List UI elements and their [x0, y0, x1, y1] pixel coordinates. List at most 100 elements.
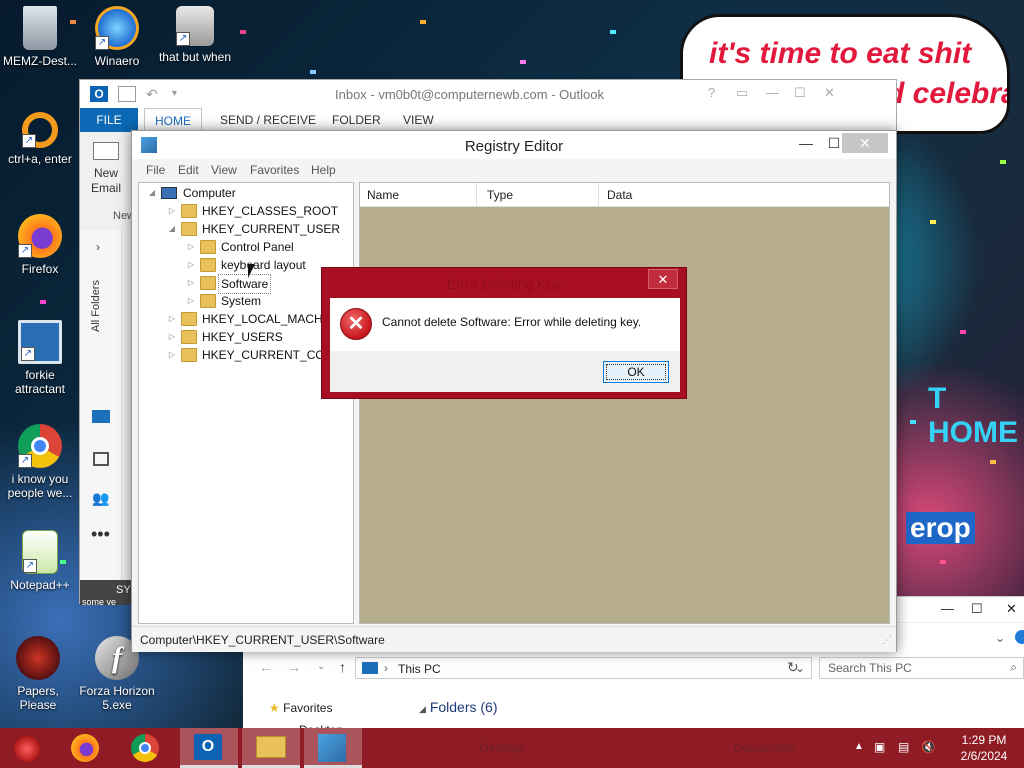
tab-file[interactable]: FILE — [80, 108, 138, 132]
this-pc-icon — [362, 662, 378, 674]
minimize-icon[interactable]: — — [796, 135, 816, 153]
action-center-icon[interactable]: ▣ — [874, 740, 885, 768]
column-type[interactable]: Type — [487, 188, 513, 202]
desktop-icon-forkie[interactable]: ↗ forkie attractant — [0, 320, 80, 396]
quick-access-dropdown-icon[interactable]: ▾ — [172, 86, 190, 102]
back-icon[interactable]: ← — [259, 659, 273, 675]
tab-home[interactable]: HOME — [144, 108, 202, 132]
taskbar-clock[interactable]: 1:29 PM 2/6/2024 — [944, 732, 1024, 764]
tree-label: System — [221, 294, 262, 308]
more-icon[interactable]: ••• — [91, 524, 110, 545]
registry-values-list[interactable]: Name Type Data — [359, 182, 890, 624]
search-box[interactable]: Search This PC ⌕ — [819, 657, 1024, 679]
desktop-icon-i-know-you[interactable]: ↗ i know you people we... — [0, 424, 80, 500]
expand-triangle-icon[interactable]: ▷ — [186, 274, 196, 292]
column-data[interactable]: Data — [607, 188, 632, 202]
desktop-icon-notepad-plus-plus[interactable]: ↗ Notepad++ — [0, 530, 80, 592]
desktop-icon-label: that but when — [158, 50, 232, 64]
forward-icon[interactable]: → — [287, 659, 301, 675]
help-icon[interactable]: ? — [708, 85, 715, 100]
up-icon[interactable]: ↑ — [339, 659, 346, 675]
error-icon: ✕ — [340, 308, 372, 340]
network-icon[interactable]: ▤ — [898, 740, 909, 768]
recent-dropdown-icon[interactable]: ⌄ — [317, 661, 325, 672]
start-button[interactable] — [0, 728, 58, 768]
menu-view[interactable]: View — [211, 163, 237, 177]
tab-folder[interactable]: FOLDER — [322, 108, 391, 132]
new-email-button[interactable]: New Email — [86, 142, 126, 196]
search-icon: ⌕ — [1010, 660, 1017, 674]
calendar-icon[interactable] — [93, 452, 109, 466]
maximize-icon[interactable]: ☐ — [794, 85, 806, 101]
desktop-icon-ctrl-a-enter[interactable]: ↗ ctrl+a, enter — [0, 112, 80, 166]
expand-triangle-icon[interactable]: ▷ — [167, 328, 177, 346]
taskbar-chrome[interactable] — [118, 728, 176, 768]
menu-edit[interactable]: Edit — [178, 163, 199, 177]
resize-grip-icon[interactable]: ⋰ — [882, 635, 892, 646]
close-button[interactable]: ✕ — [842, 133, 888, 153]
desktop-icon-label: Notepad++ — [10, 578, 70, 592]
menu-help[interactable]: Help — [311, 163, 336, 177]
expand-triangle-icon[interactable]: ▷ — [186, 292, 196, 310]
people-icon[interactable]: 👥 — [92, 490, 109, 507]
expand-chevron-icon[interactable]: › — [96, 240, 100, 254]
dialog-title: Error Deleting Key — [446, 276, 562, 292]
collapse-triangle-icon[interactable]: ◢ — [167, 220, 177, 238]
ribbon-display-icon[interactable]: ▭ — [736, 85, 748, 101]
taskbar-registry-editor[interactable] — [304, 728, 362, 768]
desktop-icon-papers-please[interactable]: Papers, Please — [0, 636, 78, 712]
favorites-item[interactable]: ★ Favorites — [269, 701, 332, 715]
refresh-icon[interactable]: ↻ — [787, 659, 799, 676]
volume-muted-icon[interactable]: 🔇 — [921, 740, 936, 768]
shortcut-arrow-icon: ↗ — [176, 32, 190, 46]
maximize-icon[interactable]: ☐ — [971, 601, 983, 617]
tab-view[interactable]: VIEW — [393, 108, 444, 132]
desktop-icon-that-but-when[interactable]: ↗ that but when — [155, 6, 235, 64]
menu-favorites[interactable]: Favorites — [250, 163, 299, 177]
desktop-icon-firefox[interactable]: ↗ Firefox — [0, 214, 80, 276]
tab-send-receive[interactable]: SEND / RECEIVE — [210, 108, 326, 132]
taskbar-file-explorer[interactable] — [242, 728, 300, 768]
expand-triangle-icon[interactable]: ▷ — [186, 256, 196, 274]
desktop-icon-memz[interactable]: MEMZ-Dest... — [0, 6, 80, 68]
help-circle-icon[interactable] — [1015, 630, 1024, 644]
dialog-close-button[interactable]: ✕ — [648, 269, 678, 289]
close-icon[interactable]: ✕ — [1006, 601, 1017, 617]
show-hidden-icons[interactable]: ▲ — [854, 741, 864, 768]
desktop-icon-winaero[interactable]: ↗ Winaero — [77, 6, 157, 68]
expand-triangle-icon[interactable]: ▷ — [167, 202, 177, 220]
ribbon-expand-icon[interactable]: ⌄ — [995, 631, 1005, 645]
shortcut-arrow-icon: ↗ — [18, 454, 32, 468]
start-orb-icon — [14, 736, 40, 762]
registry-window-title: Registry Editor — [464, 138, 564, 155]
maximize-icon[interactable]: ☐ — [824, 135, 844, 153]
search-placeholder: Search This PC — [828, 661, 912, 675]
expand-triangle-icon[interactable]: ▷ — [186, 238, 196, 256]
status-path: Computer\HKEY_CURRENT_USER\Software — [140, 633, 385, 647]
send-receive-icon[interactable] — [118, 86, 136, 102]
ok-button[interactable]: OK — [603, 361, 669, 383]
taskbar-outlook[interactable]: O — [180, 728, 238, 768]
collapse-triangle-icon[interactable]: ◢ — [147, 184, 157, 202]
all-folders-label[interactable]: All Folders — [90, 280, 102, 332]
outlook-titlebar: O ↶ ▾ Inbox - vm0b0t@computernewb.com - … — [80, 80, 896, 108]
error-dialog[interactable]: Error Deleting Key ✕ ✕ Cannot delete Sof… — [321, 267, 687, 399]
desktop-icon-label: i know you people we... — [7, 472, 73, 500]
minimize-icon[interactable]: — — [941, 601, 954, 616]
close-icon[interactable]: ✕ — [824, 85, 835, 101]
mail-icon[interactable] — [92, 410, 110, 423]
folders-group-header[interactable]: ◢ Folders (6) — [419, 699, 498, 715]
registry-status-bar: Computer\HKEY_CURRENT_USER\Software ⋰ — [132, 626, 896, 652]
expand-triangle-icon[interactable]: ▷ — [167, 346, 177, 364]
folder-icon — [200, 294, 216, 308]
undo-icon[interactable]: ↶ — [146, 86, 164, 102]
outlook-window-title: Inbox - vm0b0t@computernewb.com - Outloo… — [335, 87, 604, 102]
expand-triangle-icon[interactable]: ▷ — [167, 310, 177, 328]
menu-file[interactable]: File — [146, 163, 165, 177]
column-name[interactable]: Name — [367, 188, 399, 202]
minimize-icon[interactable]: — — [766, 85, 779, 100]
new-email-label-2: Email — [90, 181, 121, 195]
desktop-icon-label: ctrl+a, enter — [8, 152, 72, 166]
taskbar-firefox[interactable] — [58, 728, 116, 768]
address-bar[interactable]: › This PC ⌄ — [355, 657, 812, 679]
